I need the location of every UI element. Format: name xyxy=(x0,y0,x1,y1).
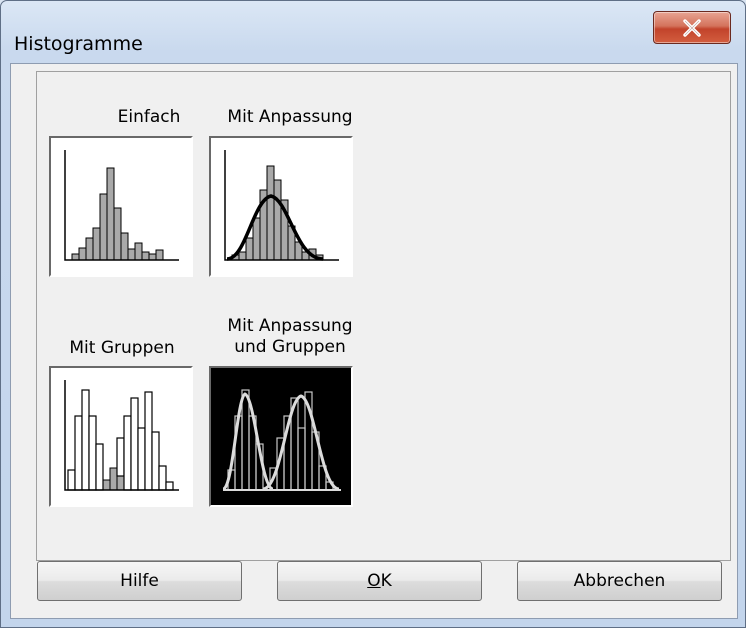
ok-mnemonic: O xyxy=(367,571,381,591)
simple-histogram-icon xyxy=(64,150,179,261)
option-einfach[interactable] xyxy=(49,136,193,277)
ok-button[interactable]: OK xyxy=(277,561,482,601)
close-button[interactable] xyxy=(653,11,731,44)
dialog-client-area: Einfach Mit Anpassung Mit Gruppen Mit An… xyxy=(10,63,738,619)
fitted-histogram-icon xyxy=(224,150,339,261)
window-title: Histogramme xyxy=(14,33,143,55)
help-button-label: Hilfe xyxy=(120,571,159,591)
ok-button-label: OK xyxy=(367,571,392,591)
option-mit-anpassung-und-gruppen[interactable] xyxy=(209,366,353,507)
close-icon xyxy=(683,18,701,37)
grouped-histogram-icon xyxy=(64,380,179,491)
cancel-button[interactable]: Abbrechen xyxy=(517,561,722,601)
fitted-grouped-histogram-icon xyxy=(221,389,341,491)
option-mit-anpassung[interactable] xyxy=(209,136,353,277)
help-button[interactable]: Hilfe xyxy=(37,561,242,601)
option-label-mit-gruppen: Mit Gruppen xyxy=(69,338,175,358)
option-label-line1: Mit Anpassung xyxy=(227,316,353,336)
dialog-window: Histogramme Einfach Mit Anpassung Mit Gr… xyxy=(0,0,746,628)
option-label-einfach: Einfach xyxy=(117,107,181,127)
ok-label-rest: K xyxy=(380,571,392,591)
title-bar[interactable]: Histogramme xyxy=(1,1,745,63)
option-mit-gruppen[interactable] xyxy=(49,366,193,507)
cancel-button-label: Abbrechen xyxy=(573,571,666,591)
option-label-line2: und Gruppen xyxy=(234,337,346,357)
option-label-mit-anpassung-und-gruppen: Mit Anpassung und Gruppen xyxy=(210,316,370,358)
option-label-mit-anpassung: Mit Anpassung xyxy=(227,107,353,127)
histogram-type-panel: Einfach Mit Anpassung Mit Gruppen Mit An… xyxy=(36,71,731,561)
